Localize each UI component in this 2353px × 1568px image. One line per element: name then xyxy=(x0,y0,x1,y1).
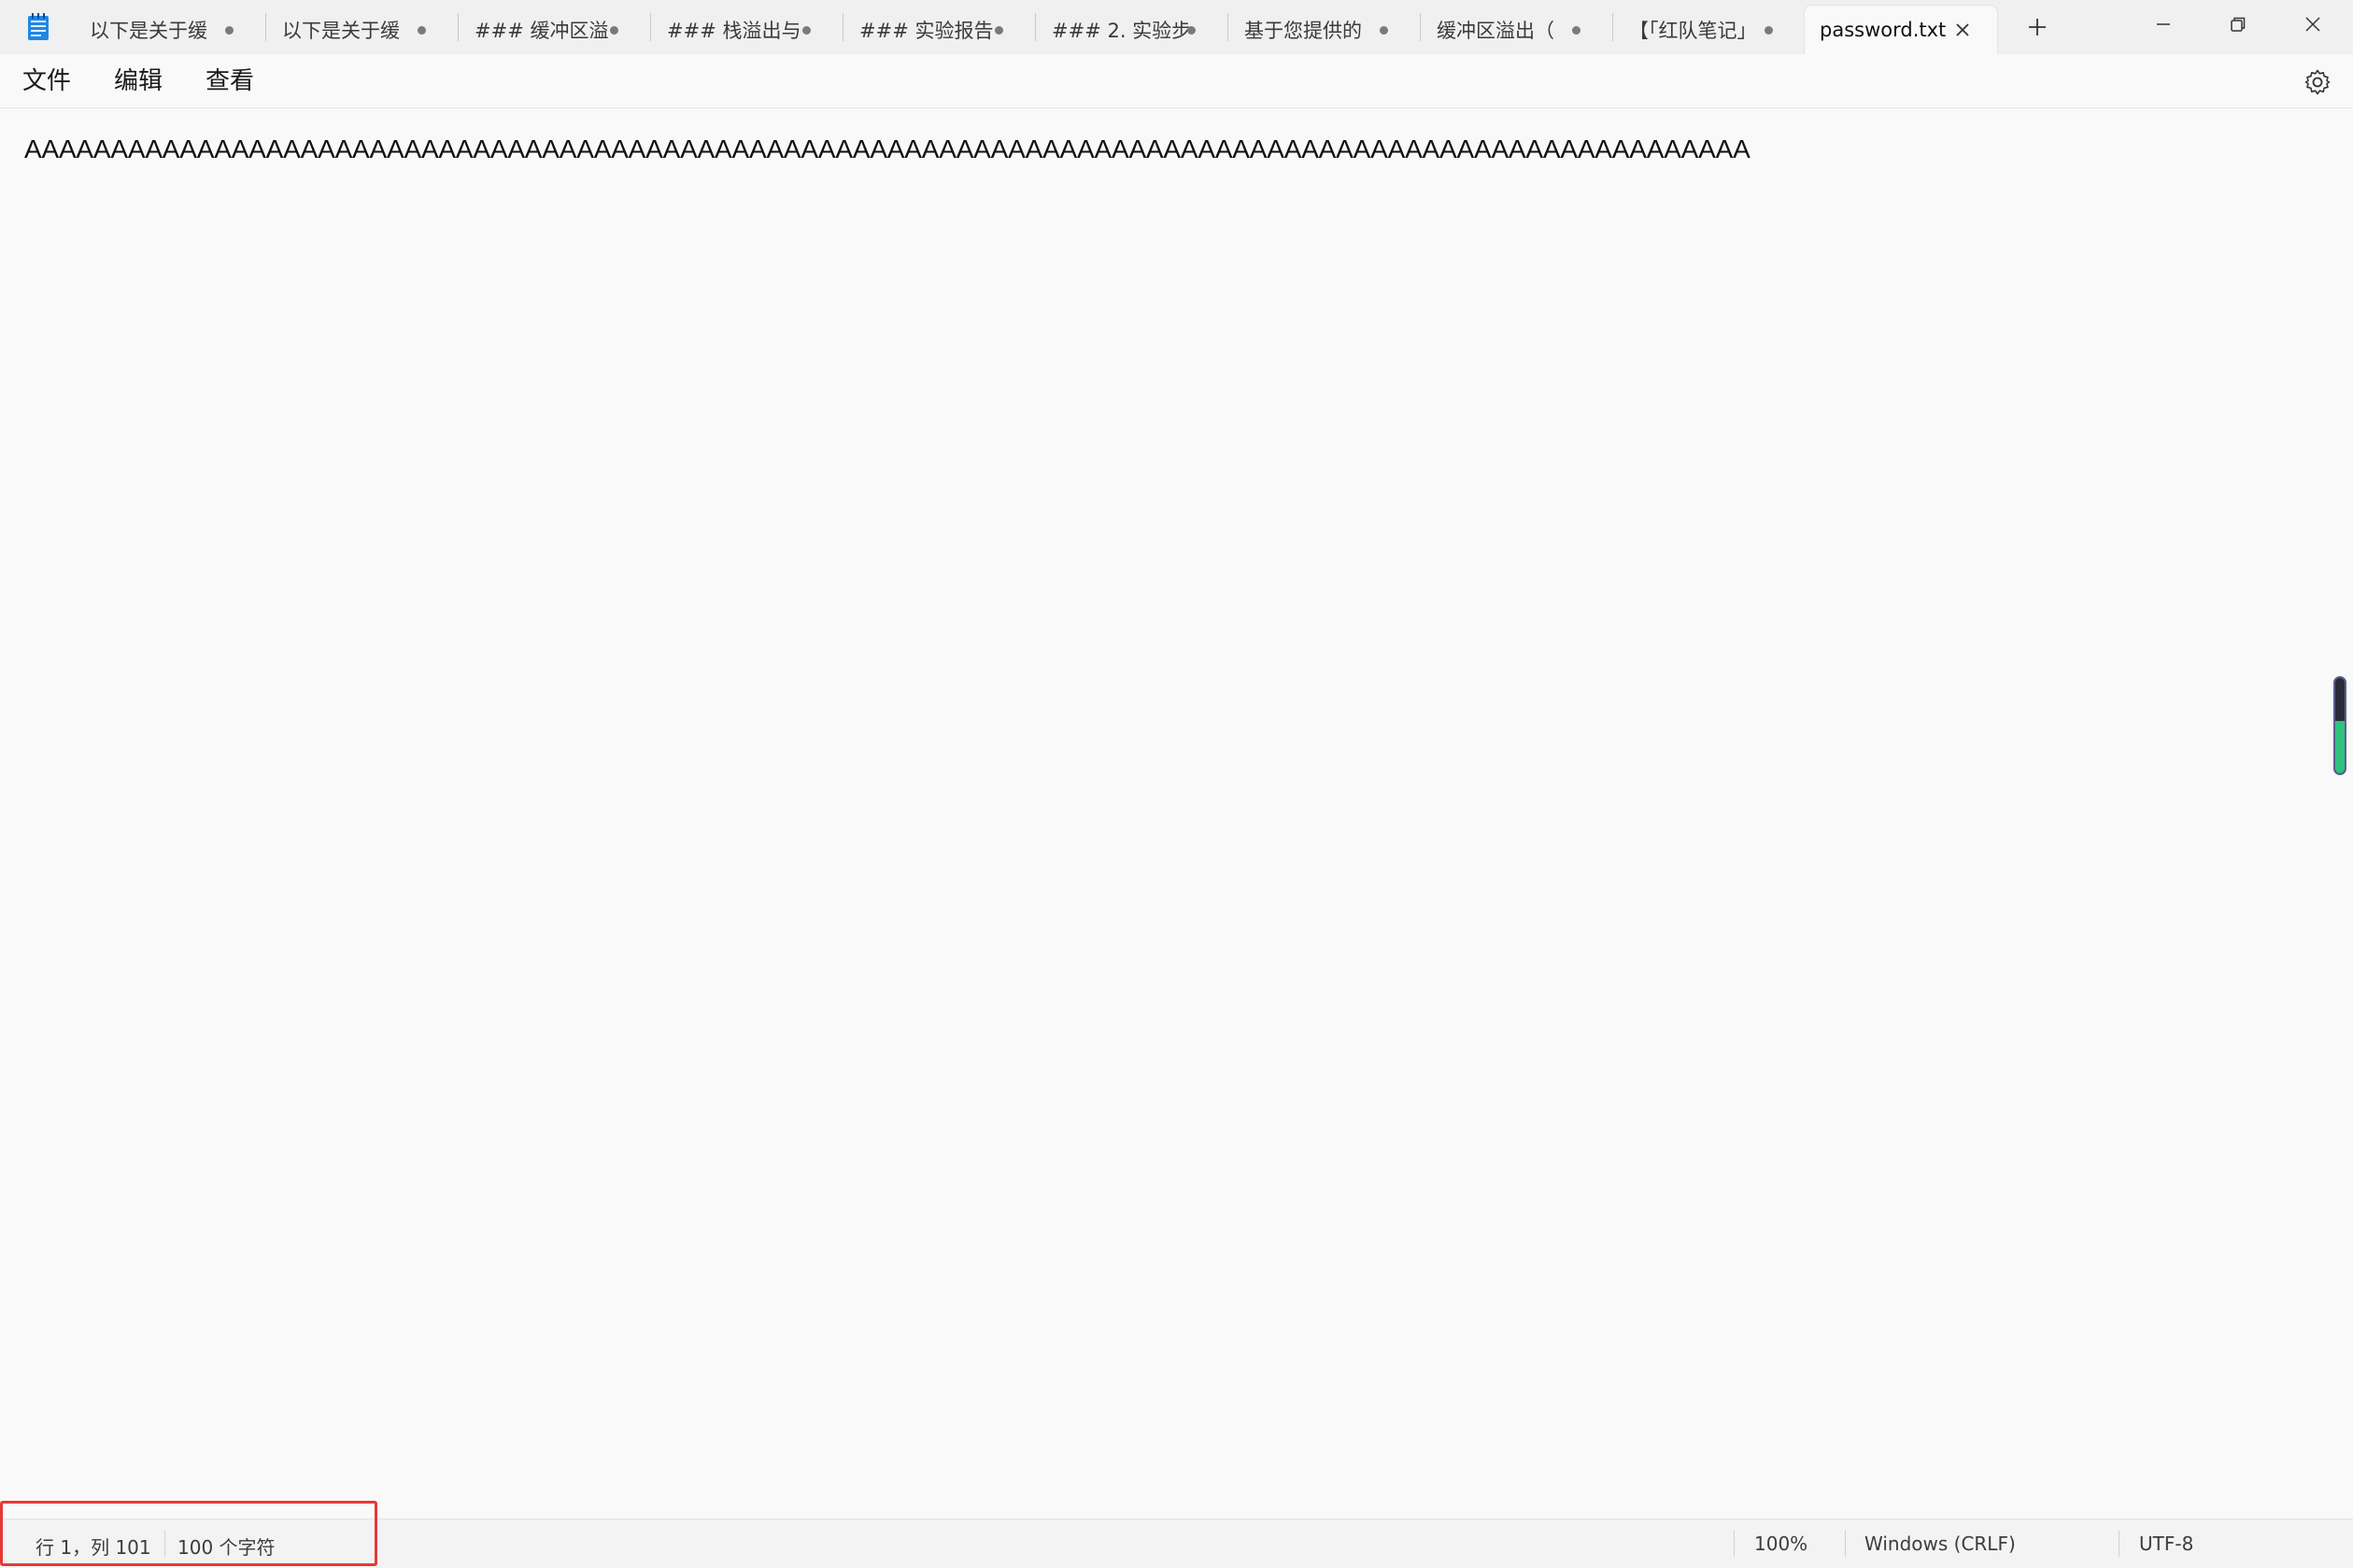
new-tab-plus-icon[interactable] xyxy=(2023,13,2051,41)
tab-divider xyxy=(1035,13,1036,41)
tab-password-txt[interactable]: password.txt xyxy=(1805,6,1997,54)
unsaved-dot-icon xyxy=(1572,26,1580,35)
text-editor-area[interactable]: AAAAAAAAAAAAAAAAAAAAAAAAAAAAAAAAAAAAAAAA… xyxy=(0,108,2353,1519)
close-tab-icon[interactable] xyxy=(1952,20,1973,40)
tab-label: ### 栈溢出与 xyxy=(667,20,801,42)
tab-bar: 以下是关于缓 以下是关于缓 ### 缓冲区溢 ### 栈溢出与 ### 实验报告… xyxy=(0,0,2353,54)
tab-label: 以下是关于缓 xyxy=(90,20,207,42)
tab-6[interactable]: ### 2. 实验步 xyxy=(1037,6,1224,54)
menu-bar: 文件 编辑 查看 xyxy=(0,54,2353,108)
unsaved-dot-icon xyxy=(1187,26,1196,35)
tab-1[interactable]: 以下是关于缓 xyxy=(75,6,262,54)
tab-divider xyxy=(458,13,459,41)
tab-8[interactable]: 缓冲区溢出（ xyxy=(1422,6,1609,54)
scrollbar-indicator xyxy=(2335,720,2345,773)
menu-edit[interactable]: 编辑 xyxy=(114,64,163,99)
menu-file[interactable]: 文件 xyxy=(22,64,71,99)
restore-icon xyxy=(2231,17,2246,32)
annotation-highlight-box xyxy=(0,1501,377,1566)
unsaved-dot-icon xyxy=(1765,26,1773,35)
notepad-icon xyxy=(28,13,49,40)
tab-2[interactable]: 以下是关于缓 xyxy=(267,6,454,54)
unsaved-dot-icon xyxy=(418,26,426,35)
line-ending[interactable]: Windows (CRLF) xyxy=(1864,1533,2016,1555)
tab-5[interactable]: ### 实验报告 xyxy=(844,6,1031,54)
tab-3[interactable]: ### 缓冲区溢 xyxy=(460,6,646,54)
close-window-button[interactable] xyxy=(2275,0,2350,49)
unsaved-dot-icon xyxy=(1380,26,1388,35)
tab-label: ### 缓冲区溢 xyxy=(475,20,609,42)
editor-text-line[interactable]: AAAAAAAAAAAAAAAAAAAAAAAAAAAAAAAAAAAAAAAA… xyxy=(24,134,1751,164)
unsaved-dot-icon xyxy=(225,26,234,35)
close-icon xyxy=(2305,17,2320,32)
encoding[interactable]: UTF-8 xyxy=(2139,1533,2193,1555)
gear-icon[interactable] xyxy=(2303,67,2332,97)
tab-divider xyxy=(1227,13,1228,41)
tab-label: 以下是关于缓 xyxy=(282,20,400,42)
menu-view[interactable]: 查看 xyxy=(206,64,254,99)
status-divider xyxy=(1734,1531,1735,1557)
tab-label: ### 2. 实验步 xyxy=(1052,20,1192,42)
zoom-level[interactable]: 100% xyxy=(1754,1533,1807,1555)
minimize-button[interactable] xyxy=(2126,0,2201,49)
status-divider xyxy=(1845,1531,1846,1557)
tab-7[interactable]: 基于您提供的 xyxy=(1229,6,1416,54)
tab-4[interactable]: ### 栈溢出与 xyxy=(652,6,839,54)
tab-label: 基于您提供的 xyxy=(1244,20,1362,42)
unsaved-dot-icon xyxy=(610,26,618,35)
tab-label: 【「红队笔记」 xyxy=(1629,20,1757,42)
tab-9[interactable]: 【「红队笔记」 xyxy=(1614,6,1801,54)
tab-label: password.txt xyxy=(1820,19,1947,41)
tab-label: 缓冲区溢出（ xyxy=(1437,20,1554,42)
scrollbar-thumb[interactable] xyxy=(2333,676,2346,775)
tab-divider xyxy=(1612,13,1613,41)
tab-divider xyxy=(265,13,266,41)
tab-label: ### 实验报告 xyxy=(859,20,994,42)
minimize-icon xyxy=(2157,23,2170,25)
unsaved-dot-icon xyxy=(802,26,811,35)
restore-button[interactable] xyxy=(2201,0,2275,49)
tab-divider xyxy=(650,13,651,41)
unsaved-dot-icon xyxy=(995,26,1003,35)
tab-divider xyxy=(1420,13,1421,41)
